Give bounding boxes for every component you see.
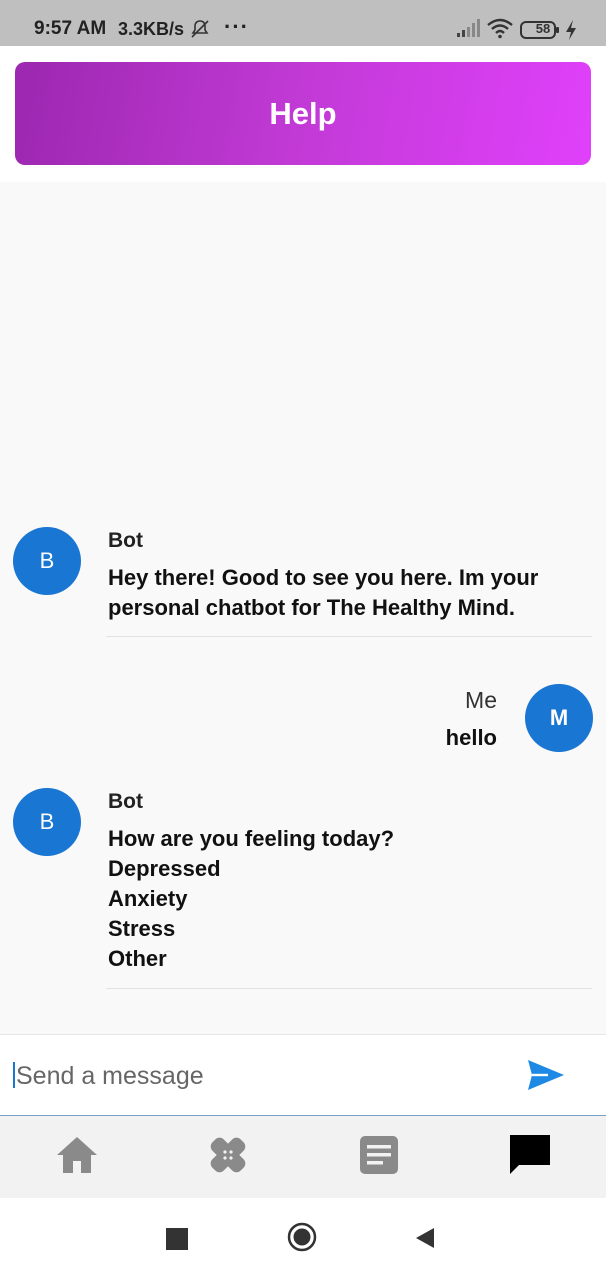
system-navigation <box>0 1198 606 1280</box>
message-sender: Bot <box>108 790 143 813</box>
message-line: Depressed <box>108 856 221 881</box>
message-input[interactable] <box>14 1055 498 1097</box>
nav-chat[interactable] <box>507 1132 553 1178</box>
recents-icon[interactable] <box>166 1228 188 1250</box>
nav-articles[interactable] <box>356 1132 402 1178</box>
bot-avatar: B <box>13 788 81 856</box>
message-line: Other <box>108 946 167 971</box>
message-sender: Me <box>465 687 497 713</box>
bandage-icon <box>210 1137 246 1173</box>
user-avatar: M <box>525 684 593 752</box>
signal-icon <box>457 19 480 37</box>
message-line: Anxiety <box>108 886 188 911</box>
wifi-icon <box>487 18 513 39</box>
home-button-icon[interactable] <box>287 1222 317 1252</box>
bot-avatar: B <box>13 527 81 595</box>
nav-bandage[interactable] <box>205 1132 251 1178</box>
home-icon <box>57 1137 97 1173</box>
charging-icon <box>566 20 576 40</box>
network-speed: 3.3KB/s <box>118 19 185 39</box>
message-sender: Bot <box>108 529 143 552</box>
battery-level: 58 <box>535 21 551 36</box>
status-bar: 9:57 AM 3.3KB/s ··· 58 <box>0 0 606 46</box>
message-text: Hey there! Good to see you here. Im your… <box>108 565 539 620</box>
message-divider <box>106 988 592 989</box>
back-icon[interactable] <box>414 1226 436 1250</box>
message-text: How are you feeling today? Depressed Anx… <box>108 824 578 974</box>
avatar-initial: M <box>549 705 569 730</box>
send-icon[interactable] <box>526 1057 566 1093</box>
article-icon <box>360 1136 398 1174</box>
message-line: Stress <box>108 916 176 941</box>
nav-home[interactable] <box>54 1132 100 1178</box>
avatar-initial: B <box>39 548 55 573</box>
avatar-initial: B <box>39 809 55 834</box>
more-notifications: ··· <box>224 14 249 39</box>
mute-icon <box>191 20 209 38</box>
status-time: 9:57 AM <box>34 18 107 39</box>
bottom-navigation <box>0 1116 606 1198</box>
message-divider <box>106 636 592 637</box>
header-banner: Help <box>15 62 591 165</box>
message-line: How are you feeling today? <box>108 826 395 851</box>
chat-list[interactable]: B Bot Hey there! Good to see you here. I… <box>0 182 606 1034</box>
message-text: hello <box>445 725 497 750</box>
header-area: Help <box>0 46 606 182</box>
message-composer <box>0 1034 606 1117</box>
chat-icon <box>510 1135 550 1174</box>
page-title: Help <box>269 95 337 131</box>
